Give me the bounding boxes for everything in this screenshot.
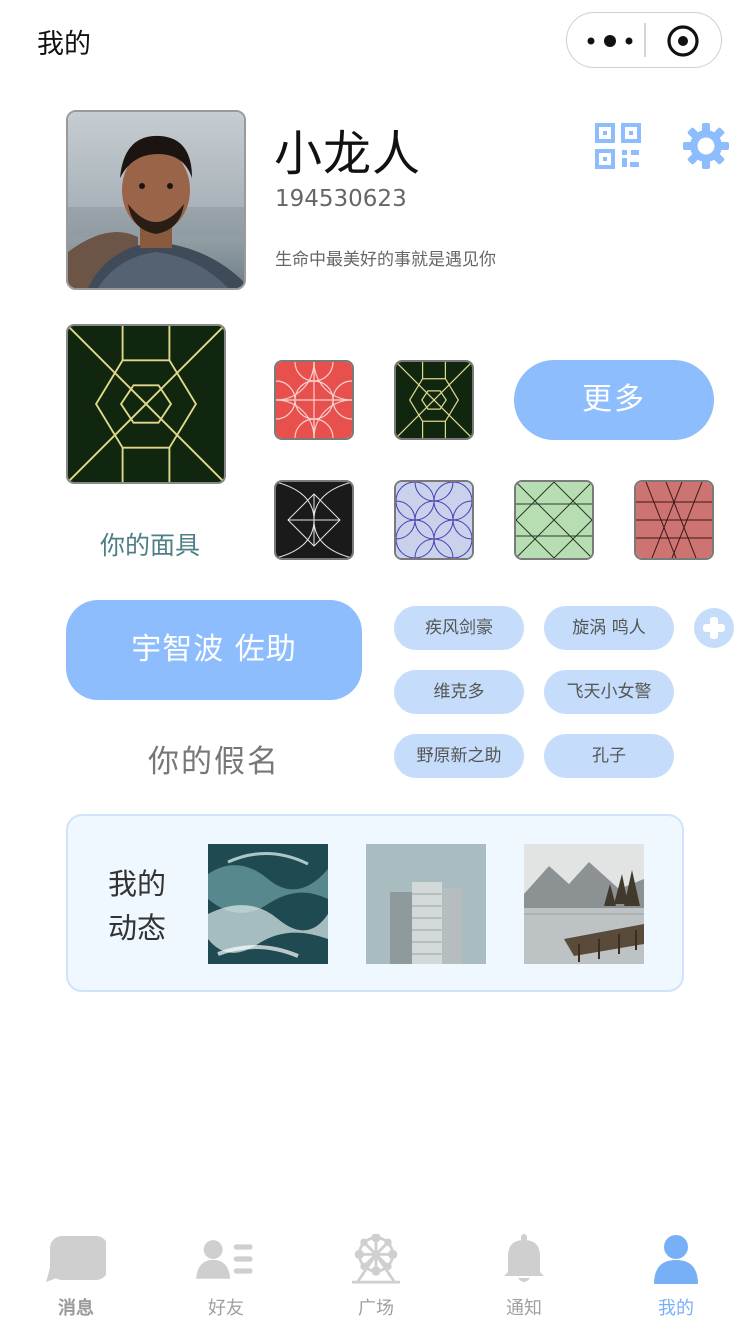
tab-notifications[interactable]: 通知 [464,1228,584,1324]
tab-label: 消息 [58,1298,94,1319]
more-masks-button[interactable]: 更多 [514,360,714,440]
moment-photo[interactable] [524,844,644,964]
mask-option-lavender-circles[interactable] [394,480,474,560]
message-icon [46,1236,106,1282]
lavender-circles-pattern [396,482,472,558]
friends-icon [196,1240,253,1279]
close-target-icon[interactable] [666,24,700,58]
user-id: 194530623 [275,186,407,212]
tab-label: 好友 [208,1298,244,1319]
page-title: 我的 [37,29,91,60]
green-hexagon-pattern [396,362,472,438]
alias-chip[interactable]: 疾风剑豪 [394,606,524,650]
ferris-wheel-icon [351,1234,401,1284]
avatar[interactable] [66,110,246,290]
capsule-divider [644,23,646,57]
bell-icon [504,1234,544,1282]
black-geometric-pattern [276,482,352,558]
alias-chip[interactable]: 旋涡 鸣人 [544,606,674,650]
avatar-image [68,112,244,288]
current-alias-button[interactable]: 宇智波 佐助 [66,600,362,700]
alias-chip[interactable]: 野原新之助 [394,734,524,778]
gear-icon[interactable] [682,122,730,170]
alias-chip[interactable]: 飞天小女警 [544,670,674,714]
current-mask[interactable] [66,324,226,484]
mask-option-red-lines[interactable] [634,480,714,560]
tab-square[interactable]: 广场 [316,1228,436,1324]
moments-title: 我的动态 [108,867,167,945]
moments-card[interactable]: 我的动态 [66,814,684,992]
red-lines-pattern [636,482,712,558]
mask-option-black-geometric[interactable] [274,480,354,560]
tab-mine[interactable]: 我的 [616,1228,736,1324]
mask-section-label: 你的面具 [99,531,200,560]
qr-code-icon[interactable] [594,122,642,170]
lake-mountain-image [524,844,644,964]
more-dots-icon[interactable] [585,27,643,55]
moment-photo[interactable] [366,844,486,964]
building-image [366,844,486,964]
mini-program-capsule [566,12,722,68]
mask-option-green-hexagon[interactable] [394,360,474,440]
green-lines-pattern [516,482,592,558]
red-circles-pattern [276,362,352,438]
alias-chip[interactable]: 维克多 [394,670,524,714]
tab-label: 广场 [358,1298,394,1319]
nickname: 小龙人 [274,126,422,182]
add-alias-icon[interactable] [694,608,734,648]
mask-option-green-lines[interactable] [514,480,594,560]
ocean-waves-image [208,844,328,964]
tab-label: 我的 [658,1298,694,1319]
hexagon-mask-pattern [68,326,224,482]
tab-messages[interactable]: 消息 [16,1228,136,1324]
mask-option-red-circles[interactable] [274,360,354,440]
signature: 生命中最美好的事就是遇见你 [275,250,496,270]
tab-label: 通知 [506,1298,542,1319]
moment-photo[interactable] [208,844,328,964]
alias-chip[interactable]: 孔子 [544,734,674,778]
person-icon [654,1235,698,1284]
alias-section-label: 你的假名 [148,744,280,780]
tab-friends[interactable]: 好友 [166,1228,286,1324]
